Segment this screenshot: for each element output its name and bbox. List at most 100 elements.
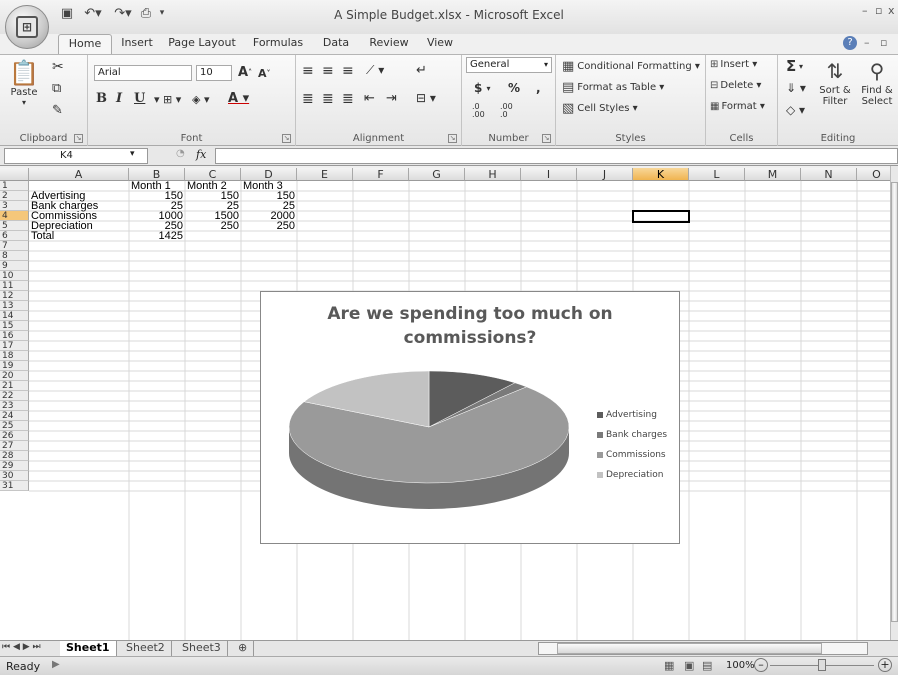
align-center-icon[interactable]: ≣ [322, 91, 334, 107]
currency-button[interactable]: $ ▾ [474, 81, 491, 95]
insert-function-icon[interactable]: fx [196, 148, 206, 161]
cell-styles-button[interactable]: ▧ Cell Styles ▾ [562, 101, 638, 116]
column-header-k[interactable]: K [633, 168, 689, 181]
normal-view-icon[interactable]: ▦ [664, 659, 674, 672]
row-header-17[interactable]: 17 [0, 341, 29, 351]
help-icon[interactable]: ? [843, 36, 857, 50]
page-break-view-icon[interactable]: ▤ [702, 659, 712, 672]
cell-label[interactable]: Total [31, 231, 129, 242]
alignment-launcher-icon[interactable]: ↘ [448, 134, 457, 143]
column-header-j[interactable]: J [577, 168, 633, 181]
borders-icon[interactable]: ▾ ⊞ ▾ [154, 93, 181, 106]
row-header-31[interactable]: 31 [0, 481, 29, 491]
column-header-g[interactable]: G [409, 168, 465, 181]
row-header-15[interactable]: 15 [0, 321, 29, 331]
row-header-7[interactable]: 7 [0, 241, 29, 251]
italic-button[interactable]: I [116, 91, 122, 106]
comma-button[interactable]: , [536, 81, 541, 95]
column-header-i[interactable]: I [521, 168, 577, 181]
row-header-13[interactable]: 13 [0, 301, 29, 311]
select-all-corner[interactable] [0, 168, 29, 181]
row-header-10[interactable]: 10 [0, 271, 29, 281]
insert-cells-button[interactable]: ⊞ Insert ▾ [710, 59, 757, 70]
column-header-n[interactable]: N [801, 168, 857, 181]
font-color-icon[interactable]: A ▾ [228, 91, 249, 106]
tab-page-layout[interactable]: Page Layout [166, 34, 238, 54]
tab-view[interactable]: View [420, 34, 460, 54]
column-header-f[interactable]: F [353, 168, 409, 181]
sheet-tab-sheet1[interactable]: Sheet1 [60, 641, 117, 656]
sheet-nav-icon[interactable]: ⏮ ◀ ▶ ⏭ [2, 642, 41, 652]
cell-value[interactable]: 250 [243, 221, 297, 232]
column-header-m[interactable]: M [745, 168, 801, 181]
vertical-scrollbar[interactable] [890, 166, 898, 640]
sort-filter-button[interactable]: ⇅ Sort & Filter [816, 57, 854, 123]
conditional-formatting-button[interactable]: ▦ Conditional Formatting ▾ [562, 59, 700, 74]
align-middle-icon[interactable]: ≡ [322, 63, 334, 79]
shrink-font-button[interactable]: A ˅ [258, 67, 271, 80]
zoom-in-icon[interactable]: + [878, 658, 892, 672]
minimize-icon[interactable]: – [862, 4, 868, 17]
office-button[interactable]: ⊞ [5, 5, 49, 49]
format-painter-icon[interactable]: ✎ [52, 103, 63, 118]
align-bottom-icon[interactable]: ≡ [342, 63, 354, 79]
row-header-8[interactable]: 8 [0, 251, 29, 261]
name-box-dropdown-icon[interactable]: ▾ [130, 149, 135, 159]
orientation-icon[interactable]: ⟋ ▾ [366, 63, 384, 78]
restore-icon[interactable]: ▫ [875, 4, 882, 17]
font-name-select[interactable]: Arial [94, 65, 192, 81]
wrap-text-icon[interactable]: ↵ [416, 63, 427, 78]
zoom-out-icon[interactable]: – [754, 658, 768, 672]
row-header-3[interactable]: 3 [0, 201, 29, 211]
row-header-29[interactable]: 29 [0, 461, 29, 471]
number-format-select[interactable]: General ▾ [466, 57, 552, 73]
fill-color-icon[interactable]: ◈ ▾ [192, 93, 209, 106]
row-header-21[interactable]: 21 [0, 381, 29, 391]
horizontal-scrollbar[interactable] [538, 642, 868, 655]
row-header-20[interactable]: 20 [0, 371, 29, 381]
row-header-6[interactable]: 6 [0, 231, 29, 241]
font-size-select[interactable]: 10 [196, 65, 232, 81]
row-header-19[interactable]: 19 [0, 361, 29, 371]
number-launcher-icon[interactable]: ↘ [542, 134, 551, 143]
macro-record-icon[interactable]: ▶ [52, 659, 60, 670]
clipboard-launcher-icon[interactable]: ↘ [74, 134, 83, 143]
horizontal-scroll-thumb[interactable] [557, 643, 822, 654]
row-header-9[interactable]: 9 [0, 261, 29, 271]
format-as-table-button[interactable]: ▤ Format as Table ▾ [562, 80, 664, 95]
row-header-28[interactable]: 28 [0, 451, 29, 461]
name-box[interactable]: K4 [4, 148, 148, 164]
row-header-23[interactable]: 23 [0, 401, 29, 411]
increase-indent-icon[interactable]: ⇥ [386, 91, 397, 106]
grow-font-button[interactable]: A ˄ [238, 65, 252, 80]
column-header-l[interactable]: L [689, 168, 745, 181]
row-header-30[interactable]: 30 [0, 471, 29, 481]
zoom-level[interactable]: 100% [726, 660, 755, 671]
underline-button[interactable]: U [134, 91, 145, 106]
align-right-icon[interactable]: ≣ [342, 91, 354, 107]
row-header-1[interactable]: 1 [0, 181, 29, 191]
fill-icon[interactable]: ⇓ ▾ [786, 81, 806, 95]
increase-decimal-button[interactable]: .0 .00 [472, 103, 494, 119]
close-icon[interactable]: x [888, 4, 895, 17]
column-header-h[interactable]: H [465, 168, 521, 181]
cancel-entry-icon[interactable]: ◔ [176, 148, 185, 159]
sheet-tab-sheet2[interactable]: Sheet2 [120, 641, 172, 656]
page-layout-view-icon[interactable]: ▣ [684, 659, 694, 672]
row-header-14[interactable]: 14 [0, 311, 29, 321]
row-header-25[interactable]: 25 [0, 421, 29, 431]
paste-button[interactable]: 📋 Paste ▾ [8, 59, 40, 107]
ribbon-restore-icon[interactable]: ▫ [880, 36, 887, 49]
align-top-icon[interactable]: ≡ [302, 63, 314, 79]
percent-button[interactable]: % [508, 81, 520, 95]
decrease-indent-icon[interactable]: ⇤ [364, 91, 375, 106]
delete-cells-button[interactable]: ⊟ Delete ▾ [710, 80, 761, 91]
worksheet-grid[interactable]: A B C D E F G H I J K L M N O 1 2 3 4 5 6 7 8 9 10 11 12 13 14 15 16 17… [0, 168, 890, 640]
decrease-decimal-button[interactable]: .00 .0 [500, 103, 522, 119]
align-left-icon[interactable]: ≣ [302, 91, 314, 107]
merge-center-icon[interactable]: ⊟ ▾ [416, 91, 436, 105]
column-header-e[interactable]: E [297, 168, 353, 181]
row-header-2[interactable]: 2 [0, 191, 29, 201]
zoom-slider-thumb[interactable] [818, 659, 826, 671]
row-header-22[interactable]: 22 [0, 391, 29, 401]
